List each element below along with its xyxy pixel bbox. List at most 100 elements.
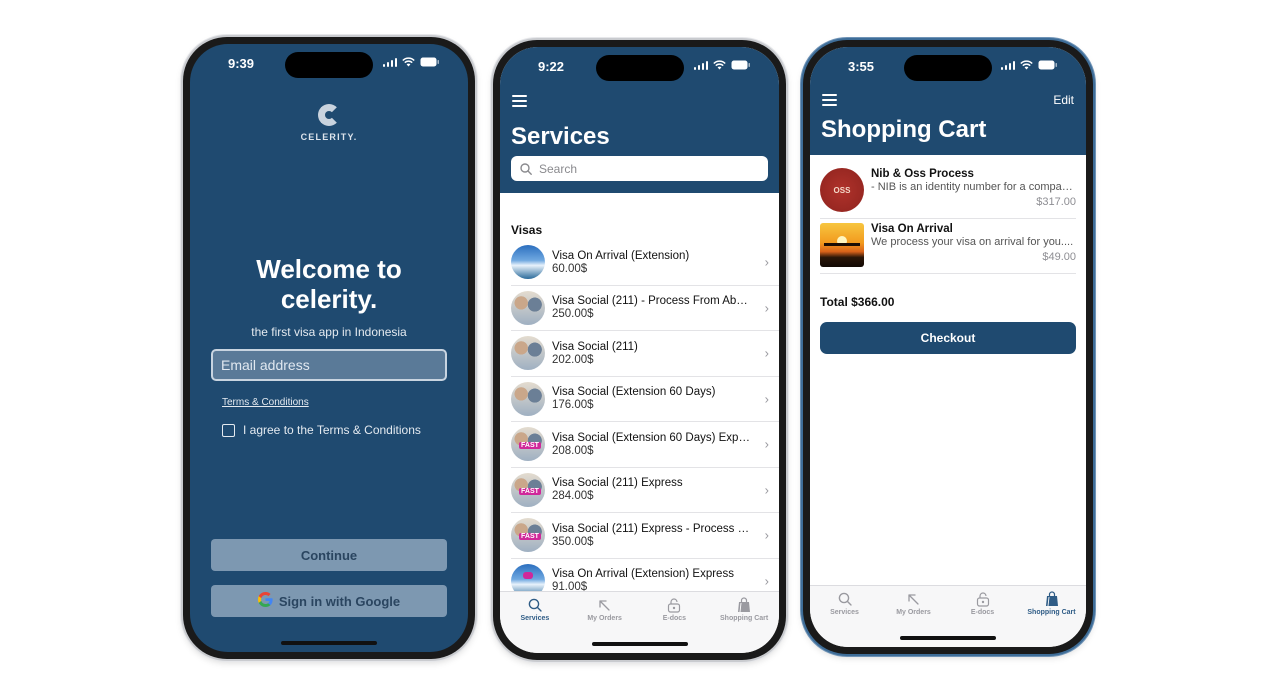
chevron-right-icon: › (764, 300, 769, 316)
cart-item-thumbnail: OSS (820, 168, 864, 212)
cart-item-price: $49.00 (1042, 251, 1076, 263)
agree-terms-row[interactable]: I agree to the Terms & Conditions (222, 423, 421, 437)
chevron-right-icon: › (764, 254, 769, 270)
service-list-item[interactable]: Visa Social (211) Express284.00$› (511, 468, 779, 513)
tab-label: Shopping Cart (1027, 609, 1076, 616)
lock-open-icon (640, 597, 710, 613)
menu-icon[interactable] (512, 95, 527, 110)
search-placeholder: Search (539, 161, 578, 176)
arrow-up-left-icon (570, 597, 640, 613)
cart-item-text: Visa On Arrival We process your visa on a… (871, 223, 1076, 263)
agree-checkbox[interactable] (222, 423, 235, 437)
menu-icon[interactable] (822, 94, 837, 109)
tab-services[interactable]: Services (500, 592, 570, 653)
wifi-icon (713, 60, 726, 70)
service-list-item[interactable]: Visa Social (211) Express - Process From… (511, 513, 779, 559)
cart-item[interactable]: OSS Nib & Oss Process - NIB is an identity… (820, 164, 1076, 219)
tab-label: Shopping Cart (720, 615, 769, 622)
service-name: Visa Social (Extension 60 Days) Express (552, 431, 751, 444)
service-name: Visa On Arrival (Extension) (552, 249, 690, 262)
cart-item[interactable]: Visa On Arrival We process your visa on a… (820, 219, 1076, 274)
service-price: 60.00$ (552, 262, 588, 275)
terms-link[interactable]: Terms & Conditions (222, 397, 309, 408)
status-icons (382, 57, 441, 67)
cart-item-thumbnail (820, 223, 864, 267)
cart-total: Total $366.00 (820, 295, 895, 309)
google-signin-button[interactable]: Sign in with Google (211, 585, 447, 617)
search-icon (500, 597, 570, 613)
service-thumbnail (511, 427, 545, 462)
service-thumbnail (511, 336, 545, 371)
tab-services[interactable]: Services (810, 586, 879, 647)
status-icons (693, 60, 752, 70)
service-text: Visa Social (211) - Process From Abroad 2… (552, 295, 779, 320)
status-time: 3:55 (848, 59, 875, 74)
service-text: Visa Social (211) Express 284.00$ (552, 477, 779, 502)
tab-shopping-cart[interactable]: Shopping Cart (1017, 586, 1086, 647)
cart-list: OSS Nib & Oss Process - NIB is an identity… (820, 164, 1076, 274)
services-list: Visa On Arrival (Extension) 60.00$ › Visa S… (511, 240, 779, 604)
service-price: 208.00$ (552, 444, 594, 457)
service-list-item[interactable]: Visa Social (Extension 60 Days) Express2… (511, 422, 779, 468)
dynamic-island (595, 55, 684, 81)
service-name: Visa On Arrival (Extension) Express (552, 568, 734, 581)
service-price: 284.00$ (552, 490, 594, 503)
service-list-item[interactable]: Visa Social (Extension 60 Days) 176.00$ › (511, 377, 779, 422)
phone-cart-screen: 3:55 Edit Shopping Cart OSS Nib & Oss Pro… (803, 40, 1093, 654)
service-thumbnail (511, 518, 545, 553)
signal-icon (693, 60, 708, 70)
service-thumbnail (511, 472, 545, 507)
home-indicator (281, 641, 377, 645)
wifi-icon (1020, 60, 1033, 70)
page-title: Services (511, 123, 610, 150)
chevron-right-icon: › (764, 482, 769, 498)
continue-button[interactable]: Continue (211, 539, 447, 571)
cart-header: 3:55 Edit Shopping Cart (810, 47, 1086, 155)
edit-button[interactable]: Edit (1053, 93, 1074, 107)
email-field[interactable] (211, 349, 447, 381)
tab-label: Services (830, 609, 859, 616)
tab-label: E-docs (970, 609, 995, 616)
section-title: Visas (511, 223, 543, 237)
service-text: Visa On Arrival (Extension) 60.00$ (552, 250, 779, 275)
agree-label: I agree to the Terms & Conditions (243, 423, 421, 437)
cart-item-text: Nib & Oss Process - NIB is an identity nu… (871, 168, 1076, 208)
google-icon (257, 591, 273, 611)
home-indicator (591, 642, 688, 646)
service-price: 176.00$ (552, 399, 594, 412)
service-thumbnail (511, 290, 545, 325)
service-name: Visa Social (211) Express - Process From… (552, 522, 751, 535)
service-list-item[interactable]: Visa Social (211) 202.00$ › (511, 331, 779, 377)
phone-login-screen: 9:39 CELERITY. Welcome to celerity. the … (183, 37, 475, 659)
battery-icon (420, 57, 440, 67)
service-list-item[interactable]: Visa On Arrival (Extension) 60.00$ › (511, 240, 779, 286)
service-list-item[interactable]: Visa Social (211) - Process From Abroad 2… (511, 286, 779, 331)
tab-label: My Orders (587, 615, 622, 622)
service-name: Visa Social (211) (552, 340, 638, 353)
checkout-button[interactable]: Checkout (820, 322, 1076, 354)
service-price: 350.00$ (552, 535, 594, 548)
service-price: 250.00$ (552, 308, 594, 321)
tab-shopping-cart[interactable]: Shopping Cart (709, 592, 779, 653)
service-price: 202.00$ (552, 353, 594, 366)
arrow-up-left-icon (879, 591, 948, 607)
login-screen: 9:39 CELERITY. Welcome to celerity. the … (190, 44, 468, 652)
chevron-right-icon: › (764, 573, 769, 589)
status-time: 9:39 (228, 56, 255, 71)
status-time: 9:22 (538, 59, 565, 74)
search-input[interactable]: Search (511, 156, 768, 181)
service-text: Visa On Arrival (Extension) Express 91.00… (552, 568, 779, 593)
welcome-line-1: Welcome to (256, 254, 402, 284)
cart-item-description: We process your visa on arrival for you.… (871, 236, 1074, 248)
search-icon (810, 591, 879, 607)
welcome-heading: Welcome to celerity. (190, 254, 468, 314)
lock-open-icon (948, 591, 1017, 607)
dynamic-island (904, 55, 992, 81)
cart-item-price: $317.00 (1036, 196, 1076, 208)
tagline: the first visa app in Indonesia (251, 325, 407, 339)
service-text: Visa Social (Extension 60 Days) 176.00$ (552, 386, 779, 411)
cart-item-description: - NIB is an identity number for a compan… (871, 181, 1076, 193)
tab-label: Services (520, 615, 550, 622)
page-title: Shopping Cart (821, 116, 987, 143)
tab-label: My Orders (896, 609, 931, 616)
